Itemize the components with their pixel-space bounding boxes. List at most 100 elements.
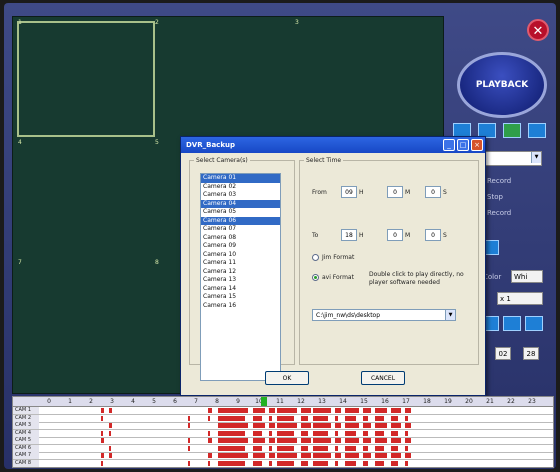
cell-number: 3 xyxy=(295,19,299,26)
recording-segment xyxy=(313,460,328,466)
camera-list-item[interactable]: Camera 15 xyxy=(201,293,280,302)
recording-segment xyxy=(253,438,265,443)
camera-list-item[interactable]: Camera 02 xyxy=(201,183,280,192)
camera-list-item[interactable]: Camera 05 xyxy=(201,208,280,217)
from-minute-field[interactable]: 0 xyxy=(387,186,403,198)
recording-segment xyxy=(269,453,275,458)
recording-segment xyxy=(218,415,245,421)
recording-segment xyxy=(301,408,311,413)
recording-segment xyxy=(253,430,262,436)
jim-format-radio[interactable] xyxy=(312,254,319,261)
close-icon[interactable]: × xyxy=(471,139,483,151)
second-unit: S xyxy=(443,189,447,196)
recording-segment xyxy=(301,460,308,466)
hour-label: 3 xyxy=(110,398,114,405)
camera-list[interactable]: Camera 01 Camera 02 Camera 03 Camera 04 Came… xyxy=(200,173,281,381)
camera-list-item[interactable]: Camera 06 xyxy=(201,216,280,225)
camera-list-item[interactable]: Camera 14 xyxy=(201,285,280,294)
recording-segment xyxy=(218,423,248,428)
camera-list-item[interactable]: Camera 03 xyxy=(201,191,280,200)
recording-segment xyxy=(109,453,112,458)
maximize-icon[interactable]: □ xyxy=(457,139,469,151)
avi-format-radio[interactable] xyxy=(312,274,319,281)
recording-segment xyxy=(363,430,368,436)
ok-button[interactable]: OK xyxy=(265,371,309,385)
camera-list-item[interactable]: Camera 13 xyxy=(201,276,280,285)
forward-icon[interactable] xyxy=(525,316,543,331)
channel-label: CAM 5 xyxy=(13,437,39,444)
video-cell-1[interactable] xyxy=(17,21,155,137)
recording-segment xyxy=(391,430,398,436)
recording-segment xyxy=(345,423,359,428)
color-select[interactable]: Whi xyxy=(511,270,543,283)
recording-segment xyxy=(313,430,328,436)
recording-segment xyxy=(208,460,210,466)
recording-segment xyxy=(109,423,112,428)
recording-segment xyxy=(363,445,368,451)
recording-segment xyxy=(345,415,356,421)
recording-segment xyxy=(208,430,210,436)
recording-timeline[interactable]: 0 1 2 3 4 5 6 7 8 9 10 11 12 13 14 15 16 17 18 19 20 21 22 23 C… xyxy=(12,396,554,468)
save-path-value: C:\jim_nw\ds\desktop xyxy=(316,312,381,319)
recording-segment xyxy=(313,423,331,428)
recording-segment xyxy=(208,438,212,443)
recording-segment xyxy=(208,453,212,458)
from-hour-field[interactable]: 09 xyxy=(341,186,357,198)
camera-list-item[interactable]: Camera 09 xyxy=(201,242,280,251)
record-label[interactable]: Record xyxy=(487,177,511,185)
recording-segment xyxy=(277,453,297,458)
channel-label: CAM 1 xyxy=(13,407,39,414)
recording-segment xyxy=(363,415,368,421)
recording-segment xyxy=(277,430,294,436)
camera-list-item[interactable]: Camera 04 xyxy=(201,199,280,208)
camera-list-item[interactable]: Camera 08 xyxy=(201,234,280,243)
recording-segment xyxy=(375,415,384,421)
avi-format-label: avi Format xyxy=(322,274,354,281)
from-second-field[interactable]: 0 xyxy=(425,186,441,198)
camera-list-item[interactable]: Camera 11 xyxy=(201,259,280,268)
playback-button[interactable]: PLAYBACK xyxy=(457,52,547,118)
to-second-field[interactable]: 0 xyxy=(425,229,441,241)
hour-unit: H xyxy=(359,189,364,196)
recording-segment xyxy=(253,415,262,421)
hour-label: 5 xyxy=(152,398,156,405)
recording-segment xyxy=(208,408,212,413)
recording-segment xyxy=(345,453,359,458)
recording-segment xyxy=(313,415,328,421)
camera-list-item[interactable]: Camera 12 xyxy=(201,268,280,277)
to-hour-field[interactable]: 18 xyxy=(341,229,357,241)
recording-segment xyxy=(363,423,371,428)
hour-label: 0 xyxy=(47,398,51,405)
save-path-select[interactable]: C:\jim_nw\ds\desktop ▼ xyxy=(312,309,456,321)
chevron-down-icon[interactable]: ▼ xyxy=(445,310,455,320)
recording-segment xyxy=(277,460,294,466)
time-hour-field[interactable]: 02 xyxy=(495,347,511,360)
recording-segment xyxy=(301,423,311,428)
to-label: To xyxy=(312,232,319,239)
stop-label[interactable]: Stop xyxy=(487,193,503,201)
cancel-button[interactable]: CANCEL xyxy=(361,371,405,385)
recording-segment xyxy=(375,423,387,428)
pause-icon[interactable] xyxy=(503,316,521,331)
camera-list-item[interactable]: Camera 07 xyxy=(201,225,280,234)
recording-segment xyxy=(375,460,384,466)
cell-number: 2 xyxy=(155,19,159,26)
speed-select[interactable]: x 1 xyxy=(497,292,543,305)
recording-segment xyxy=(101,438,104,443)
recording-segment xyxy=(109,430,111,436)
recording-segment xyxy=(277,445,294,451)
layout-16-icon[interactable] xyxy=(528,123,546,138)
time-minute-field[interactable]: 28 xyxy=(523,347,539,360)
camera-list-item[interactable]: Camera 01 xyxy=(201,174,280,183)
cell-number: 1 xyxy=(18,19,22,26)
record-label-2[interactable]: Record xyxy=(487,209,511,217)
layout-9-icon[interactable] xyxy=(503,123,521,138)
channel-label: CAM 2 xyxy=(13,414,39,422)
timeline-row[interactable]: CAM 8 xyxy=(13,459,553,467)
camera-list-item[interactable]: Camera 16 xyxy=(201,302,280,311)
minimize-icon[interactable]: _ xyxy=(443,139,455,151)
cell-number: 8 xyxy=(155,259,159,266)
to-minute-field[interactable]: 0 xyxy=(387,229,403,241)
camera-list-item[interactable]: Camera 10 xyxy=(201,251,280,260)
hour-label: 12 xyxy=(297,398,305,405)
